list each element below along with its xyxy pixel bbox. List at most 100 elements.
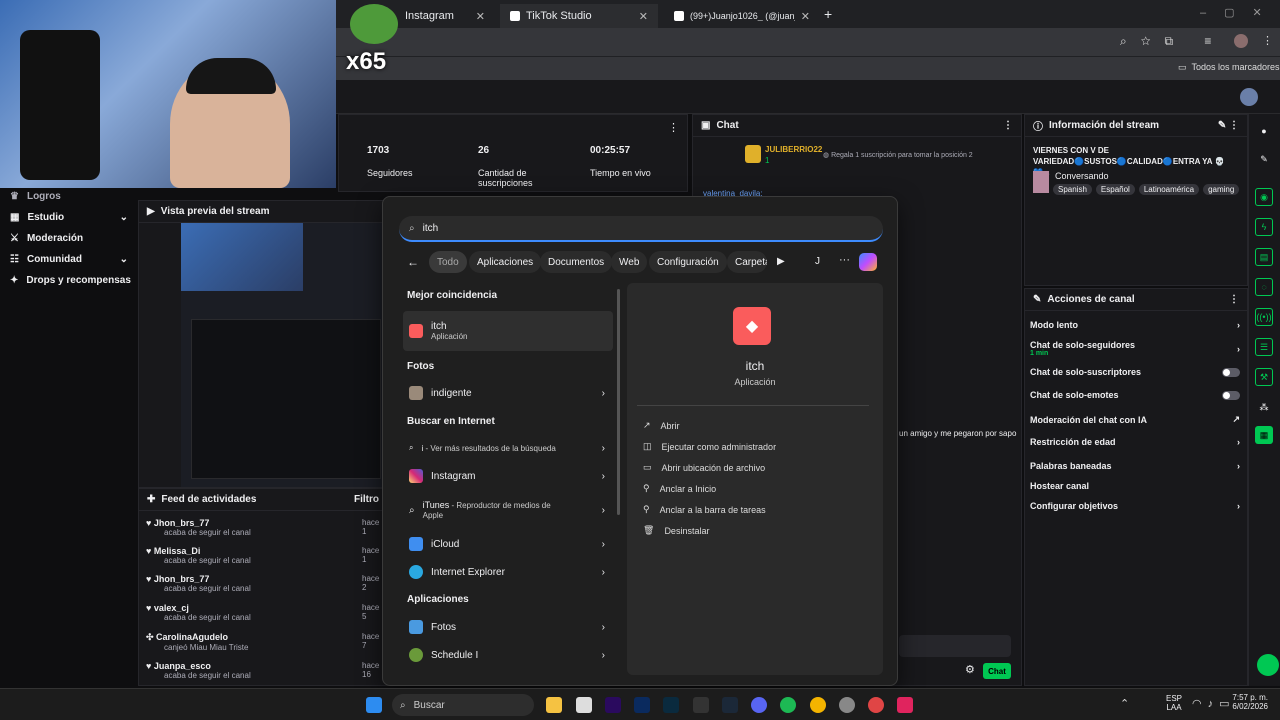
close-icon[interactable]: ✕	[801, 10, 810, 23]
action-ai-moderation[interactable]: Moderación del chat con IA ↗	[1030, 414, 1240, 425]
feed-item[interactable]: ♥ Melissa_Di acaba de seguir el canal hace…	[146, 546, 386, 565]
steam-icon[interactable]	[722, 697, 738, 713]
info-icon[interactable]: ●	[1255, 122, 1273, 140]
copilot-icon[interactable]	[859, 253, 877, 271]
filter-button[interactable]: Filtro	[354, 494, 379, 505]
chevron-up-icon[interactable]: ⌃	[1120, 697, 1129, 710]
filter-chip-web[interactable]: Web	[611, 251, 648, 273]
action-run-as-admin[interactable]: ◫ Ejecutar como administrador	[643, 441, 776, 452]
taskbar-search[interactable]: ⌕ Buscar	[392, 694, 534, 716]
toolbar-icons[interactable]: ⌕☆⧉ ≡	[1120, 34, 1225, 49]
menu-icon[interactable]: ⋮	[1262, 34, 1273, 47]
more-icon[interactable]: ···	[839, 254, 850, 266]
action-open-location[interactable]: ▭ Abrir ubicación de archivo	[643, 462, 765, 473]
play-icon[interactable]: ▶	[777, 256, 785, 267]
epic-games-icon[interactable]	[693, 697, 709, 713]
filter-chip-all[interactable]: Todo	[429, 251, 467, 273]
action-subscribers-only[interactable]: Chat de solo-suscriptores	[1030, 367, 1240, 377]
action-followers-only[interactable]: Chat de solo-seguidores 1 min ›	[1030, 340, 1240, 357]
app-result[interactable]: Schedule I ›	[403, 642, 613, 668]
tab-tiktok-profile[interactable]: (99+)Juanjo1026_ (@juanjo102... ✕	[664, 4, 820, 28]
feed-item[interactable]: ♥ Jhon_brs_77 acaba de seguir el canal hac…	[146, 518, 386, 537]
action-open[interactable]: ↗ Abrir	[643, 420, 680, 431]
file-explorer-icon[interactable]	[546, 697, 562, 713]
web-result[interactable]: ⌕ i - Ver más resultados de la búsqueda ›	[403, 435, 613, 461]
language-indicator[interactable]: ESP LAA	[1166, 694, 1182, 712]
window-controls[interactable]: –▢✕	[1200, 6, 1280, 19]
action-banned-words[interactable]: Palabras baneadas ›	[1030, 461, 1240, 471]
action-pin-start[interactable]: ⚲ Anclar a Inicio	[643, 483, 716, 494]
chat-bubble-icon[interactable]: ◌	[1255, 278, 1273, 296]
lightroom-icon[interactable]	[663, 697, 679, 713]
premiere-icon[interactable]	[605, 697, 621, 713]
filter-chip-documents[interactable]: Documentos	[540, 251, 613, 273]
action-emote-only[interactable]: Chat de solo-emotes	[1030, 390, 1240, 400]
user-initial[interactable]: J	[815, 256, 820, 267]
chrome-profile-icon[interactable]	[868, 697, 884, 713]
gift-prompt[interactable]: ◍ Regala 1 suscripción para tomar la pos…	[823, 151, 973, 159]
feed-item[interactable]: ♥ valex_cj acaba de seguir el canal hace 5	[146, 603, 386, 622]
action-slow-mode[interactable]: Modo lento ›	[1030, 320, 1240, 330]
start-icon[interactable]	[366, 697, 382, 713]
sidebar-item-comunidad[interactable]: ☷ Comunidad ⌄	[0, 249, 138, 270]
profile-avatar[interactable]	[1234, 34, 1248, 48]
app-icon[interactable]	[576, 697, 592, 713]
wrench-icon[interactable]: ⚒	[1255, 368, 1273, 386]
web-result[interactable]: iCloud ›	[403, 531, 613, 557]
discord-icon[interactable]	[751, 697, 767, 713]
all-bookmarks[interactable]: ▭ Todos los marcadores	[1178, 62, 1280, 73]
sidebar-item-drops[interactable]: ✦ Drops y recompensas	[0, 270, 138, 291]
quick-action-icon[interactable]: ◉	[1255, 188, 1273, 206]
more-icon[interactable]: ⋮	[668, 121, 679, 134]
tiktok-live-icon[interactable]	[897, 697, 913, 713]
results-scrollbar[interactable]	[617, 289, 620, 515]
action-goals[interactable]: Configurar objetivos ›	[1030, 501, 1240, 511]
obs-icon[interactable]	[839, 697, 855, 713]
list-icon[interactable]: ☰	[1255, 338, 1273, 356]
web-result[interactable]: Instagram ›	[403, 463, 613, 489]
search-input[interactable]: ⌕ itch	[399, 216, 883, 242]
preview-video[interactable]	[181, 223, 387, 487]
feed-item[interactable]: ✣ CarolinaAgudelo canjeó Miau Miau Triste…	[146, 632, 386, 652]
filter-chip-settings[interactable]: Configuración	[649, 251, 727, 273]
best-match-item[interactable]: itch Aplicación	[403, 311, 613, 351]
stream-category[interactable]: Conversando	[1055, 171, 1109, 181]
photoshop-icon[interactable]	[634, 697, 650, 713]
chat-input[interactable]	[899, 635, 1011, 657]
tag[interactable]: Español	[1095, 184, 1135, 195]
more-icon[interactable]: ⋮	[1229, 294, 1239, 305]
lightning-icon[interactable]: ϟ	[1255, 218, 1273, 236]
filter-chip-folders[interactable]: Carpeta	[727, 251, 767, 273]
tag[interactable]: Latinoamérica	[1138, 184, 1200, 195]
photo-result[interactable]: indigente ›	[403, 380, 613, 406]
web-result[interactable]: Internet Explorer ›	[403, 559, 613, 585]
app-result[interactable]: Fotos ›	[403, 614, 613, 640]
toggle-switch[interactable]	[1222, 367, 1240, 377]
spotify-icon[interactable]	[780, 697, 796, 713]
sidebar-item-estudio[interactable]: ▦ Estudio ⌄	[0, 207, 138, 228]
action-host-channel[interactable]: Hostear canal	[1030, 481, 1240, 491]
more-icon[interactable]: ⋮	[1003, 120, 1013, 131]
tag[interactable]: gaming	[1203, 184, 1240, 195]
action-pin-taskbar[interactable]: ⚲ Anclar a la barra de tareas	[643, 504, 766, 515]
action-age-restriction[interactable]: Restricción de edad ›	[1030, 437, 1240, 447]
add-action-icon[interactable]: ▦	[1255, 426, 1273, 444]
close-icon[interactable]: ✕	[476, 10, 485, 23]
sidebar-item-logros[interactable]: ♛ Logros	[0, 186, 138, 207]
share-icon[interactable]: ⁂	[1255, 398, 1273, 416]
clock[interactable]: 7:57 p. m. 6/02/2026	[1226, 693, 1268, 711]
top-gifter-name[interactable]: JULIBERRIO22	[765, 145, 822, 154]
tag[interactable]: Spanish	[1053, 184, 1092, 195]
close-icon[interactable]: ✕	[639, 10, 648, 23]
chat-send-button[interactable]: Chat	[983, 663, 1011, 679]
edit-icon[interactable]: ✎	[1255, 150, 1273, 168]
tab-tiktok-studio[interactable]: TikTok Studio ✕	[500, 4, 658, 28]
sidebar-item-moderacion[interactable]: ⚔ Moderación	[0, 228, 138, 249]
edit-icon[interactable]: ✎ ⋮	[1218, 120, 1239, 131]
new-tab-button[interactable]: +	[824, 6, 832, 22]
feed-item[interactable]: ♥ Jhon_brs_77 acaba de seguir el canal hac…	[146, 574, 386, 593]
back-arrow-icon[interactable]: ←	[407, 255, 419, 269]
document-icon[interactable]: ▤	[1255, 248, 1273, 266]
broadcast-icon[interactable]: ((•))	[1255, 308, 1273, 326]
filter-chip-apps[interactable]: Aplicaciones	[469, 251, 542, 273]
